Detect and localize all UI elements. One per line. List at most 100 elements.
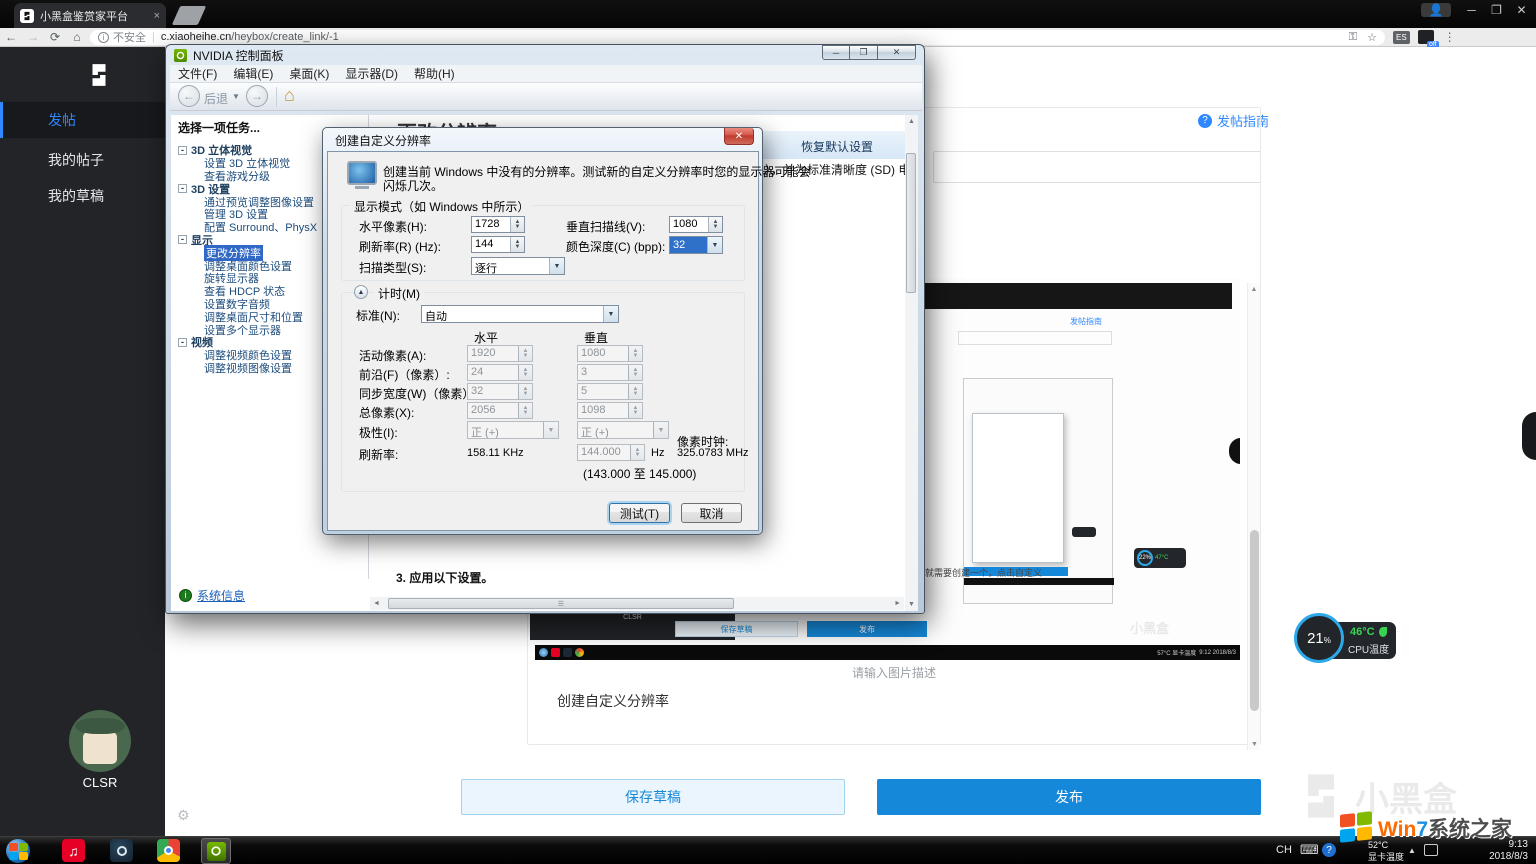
h-pixels-spinner[interactable]: 1728▲▼ [471,216,525,233]
system-info-link[interactable]: 系统信息 [197,587,245,604]
restore-button[interactable]: ❐ [1484,1,1509,19]
sidebar-item-post[interactable]: 发帖 [0,102,165,138]
menu-desktop[interactable]: 桌面(K) [281,65,337,82]
vscrollbar-thumb[interactable] [906,153,916,293]
edge-floating-widget[interactable] [1522,412,1536,460]
back-button[interactable]: ← [178,85,200,107]
back-icon[interactable]: ← [0,30,22,44]
extension-es-icon[interactable]: ES [1393,31,1410,44]
step-text: 3. 应用以下设置。 [396,569,493,586]
total-pixels-label: 总像素(X): [359,404,414,421]
warning-line2: 闪烁几次。 [383,177,443,194]
avatar[interactable] [69,710,131,772]
embedded-mini-taskbar [964,578,1114,585]
flag-red [9,843,18,851]
menu-help[interactable]: 帮助(H) [406,65,463,82]
scroll-up-icon[interactable]: ▲ [905,115,918,125]
tray-help-icon[interactable]: ? [1322,843,1336,857]
active-pixels-label: 活动像素(A): [359,347,426,364]
close-button[interactable]: ✕ [1509,1,1534,19]
scroll-down-icon[interactable]: ▼ [905,601,918,608]
minimize-button[interactable]: ─ [1459,1,1484,19]
menu-edit[interactable]: 编辑(E) [225,65,281,82]
nvidia-window-title: NVIDIA 控制面板 [193,47,284,64]
image-caption-placeholder[interactable]: 请输入图片描述 [527,664,1261,681]
refresh-spinner[interactable]: 144▲▼ [471,236,525,253]
embedded-title-input [958,331,1112,345]
home-icon[interactable]: ⌂ [284,85,295,106]
restore-defaults-button[interactable]: 恢复默认设置 [801,138,873,155]
embedded-taskbar: 57°C 显卡温度 9:12 2018/8/3 [535,645,1240,660]
nvidia-close-button[interactable]: ✕ [878,45,916,60]
watermark-brand1: Win [1378,818,1416,841]
scroll-left-icon[interactable]: ◄ [373,600,380,607]
url-host: c.xiaoheihe.cn [161,31,231,43]
embedded-tray-text: 57°C 显卡温度 [1157,648,1196,657]
nvidia-restore-button[interactable]: ❐ [850,45,878,60]
scan-type-combo[interactable]: 逐行▼ [471,257,565,275]
bookmark-star-icon[interactable]: ☆ [1367,31,1377,44]
cancel-button[interactable]: 取消 [681,503,742,523]
sync-width-label: 同步宽度(W)（像素）: [359,385,478,402]
timing-collapse-button[interactable]: ▲ [354,285,368,299]
color-depth-combo[interactable]: 32▼ [669,236,723,254]
v-lines-spinner[interactable]: 1080▲▼ [669,216,723,233]
standard-combo[interactable]: 自动▼ [421,305,619,323]
nvidia-window-controls: ─ ❐ ✕ [822,45,916,60]
polarity-v-combo: 正 (+)▼ [577,421,669,439]
forward-icon[interactable]: → [22,30,44,44]
dialog-close-button[interactable]: ✕ [724,128,754,145]
menu-dots-icon[interactable]: ⋮ [1444,30,1456,44]
nvidia-title-bar[interactable]: NVIDIA 控制面板 [166,45,924,65]
nvidia-minimize-button[interactable]: ─ [822,45,850,60]
menu-file[interactable]: 文件(F) [170,65,225,82]
key-icon[interactable]: ⚿ [1349,31,1357,44]
embedded-cpu-temp: 47°C [1155,555,1168,561]
sync-width-h: 32▲▼ [467,383,533,400]
netease-music-icon[interactable]: ♫ [62,839,85,862]
post-body-text[interactable]: 创建自定义分辨率 [557,691,669,711]
back-label[interactable]: 后退 [204,90,228,107]
cpu-percent-gauge[interactable]: 21 % [1294,613,1344,663]
scroll-right-icon[interactable]: ► [894,600,901,607]
horizontal-scrollbar[interactable]: ◄ ☰ ► [370,597,904,610]
info-icon[interactable]: i [98,32,109,43]
sync-width-v: 5▲▼ [577,383,643,400]
scrollbar-thumb[interactable] [1250,530,1259,711]
cpu-percent: 21 [1307,630,1324,647]
new-tab-button[interactable] [172,6,206,25]
editor-scrollbar[interactable]: ▲ ▼ [1247,283,1260,750]
chrome-icon[interactable] [157,839,180,862]
sidebar-item-my-drafts[interactable]: 我的草稿 [0,178,165,214]
heybox-favicon [20,9,34,23]
url-path: /heybox/create_link/-1 [231,31,339,43]
steam-icon[interactable] [110,839,133,862]
keyboard-icon[interactable]: ⌨ [1300,842,1319,858]
browser-tab[interactable]: 小黑盒鉴赏家平台 × [14,3,166,28]
home-icon[interactable]: ⌂ [66,30,88,44]
start-button[interactable] [6,839,30,863]
forward-button[interactable]: → [246,85,268,107]
tray-language[interactable]: CH [1276,844,1292,856]
flag-blue [9,852,18,860]
toolbar-divider [276,87,277,107]
hscrollbar-thumb[interactable]: ☰ [388,598,734,609]
extension-off-icon[interactable]: off [1418,30,1434,44]
profile-button[interactable]: 👤 [1421,3,1451,17]
back-dropdown-icon[interactable]: ▼ [232,92,240,101]
nvidia-taskbar-button[interactable] [201,838,231,864]
hz-label: Hz [651,447,664,459]
test-button[interactable]: 测试(T) [609,503,670,523]
save-draft-button[interactable]: 保存草稿 [461,779,845,815]
scroll-down-icon[interactable]: ▼ [1248,741,1261,748]
sidebar-item-my-posts[interactable]: 我的帖子 [0,142,165,178]
monitor-stand [355,186,369,189]
menu-display[interactable]: 显示器(D) [337,65,406,82]
tab-close-icon[interactable]: × [154,10,160,22]
vertical-scrollbar[interactable]: ▲ ▼ [905,115,918,611]
gear-icon[interactable]: ⚙ [177,807,190,824]
scroll-up-icon[interactable]: ▲ [1248,283,1260,293]
refresh-icon[interactable]: ⟳ [44,30,66,44]
publish-button[interactable]: 发布 [877,779,1261,815]
url-box[interactable]: i 不安全 | c.xiaoheihe.cn /heybox/create_li… [90,30,1385,45]
